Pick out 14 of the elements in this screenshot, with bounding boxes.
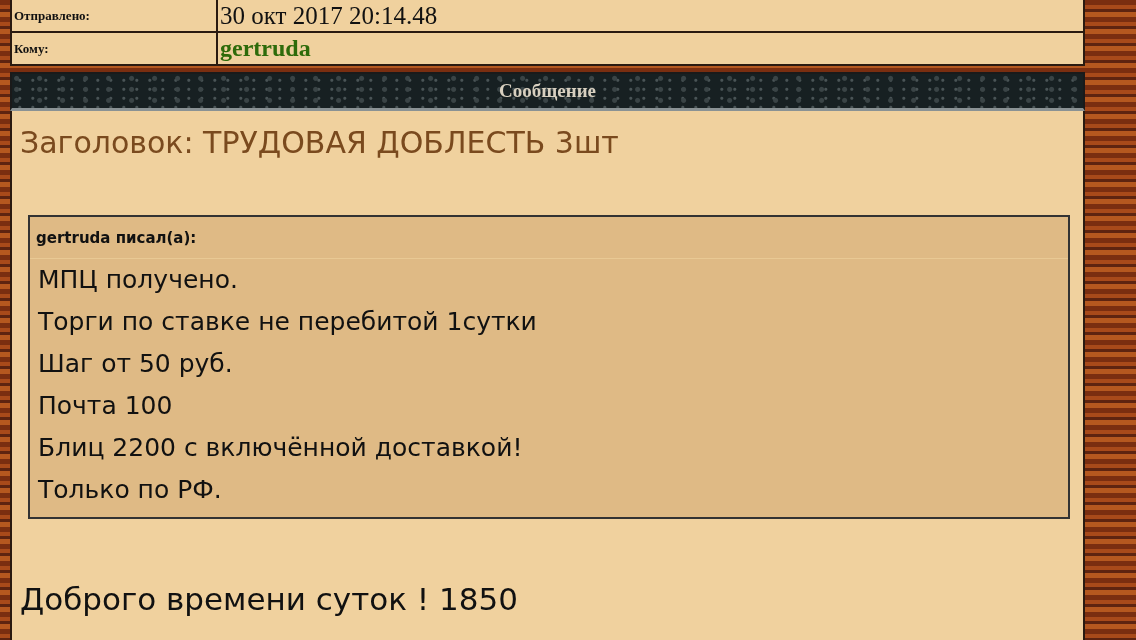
recipient-name: gertruda	[219, 34, 312, 63]
quote-line: Шаг от 50 руб.	[37, 348, 234, 380]
sent-date: 30 окт 2017 20:14.48	[219, 0, 439, 31]
quote-line: Торги по ставке не перебитой 1сутки	[37, 306, 538, 338]
field-label: Кому:	[12, 33, 218, 64]
section-header: Сообщение	[10, 72, 1085, 111]
quote-line: Блиц 2200 с включённой доставкой!	[37, 432, 524, 464]
quote-line: Только по РФ.	[37, 474, 223, 506]
message-subject: Заголовок: ТРУДОВАЯ ДОБЛЕСТЬ 3шт	[20, 125, 620, 162]
quote-line: МПЦ получено.	[37, 264, 239, 296]
quote-author: gertruda писал(а):	[30, 217, 1068, 259]
field-label: Отправлено:	[12, 0, 218, 31]
message-text: Доброго времени суток ! 1850	[20, 581, 519, 617]
quote-line: Почта 100	[37, 390, 174, 422]
